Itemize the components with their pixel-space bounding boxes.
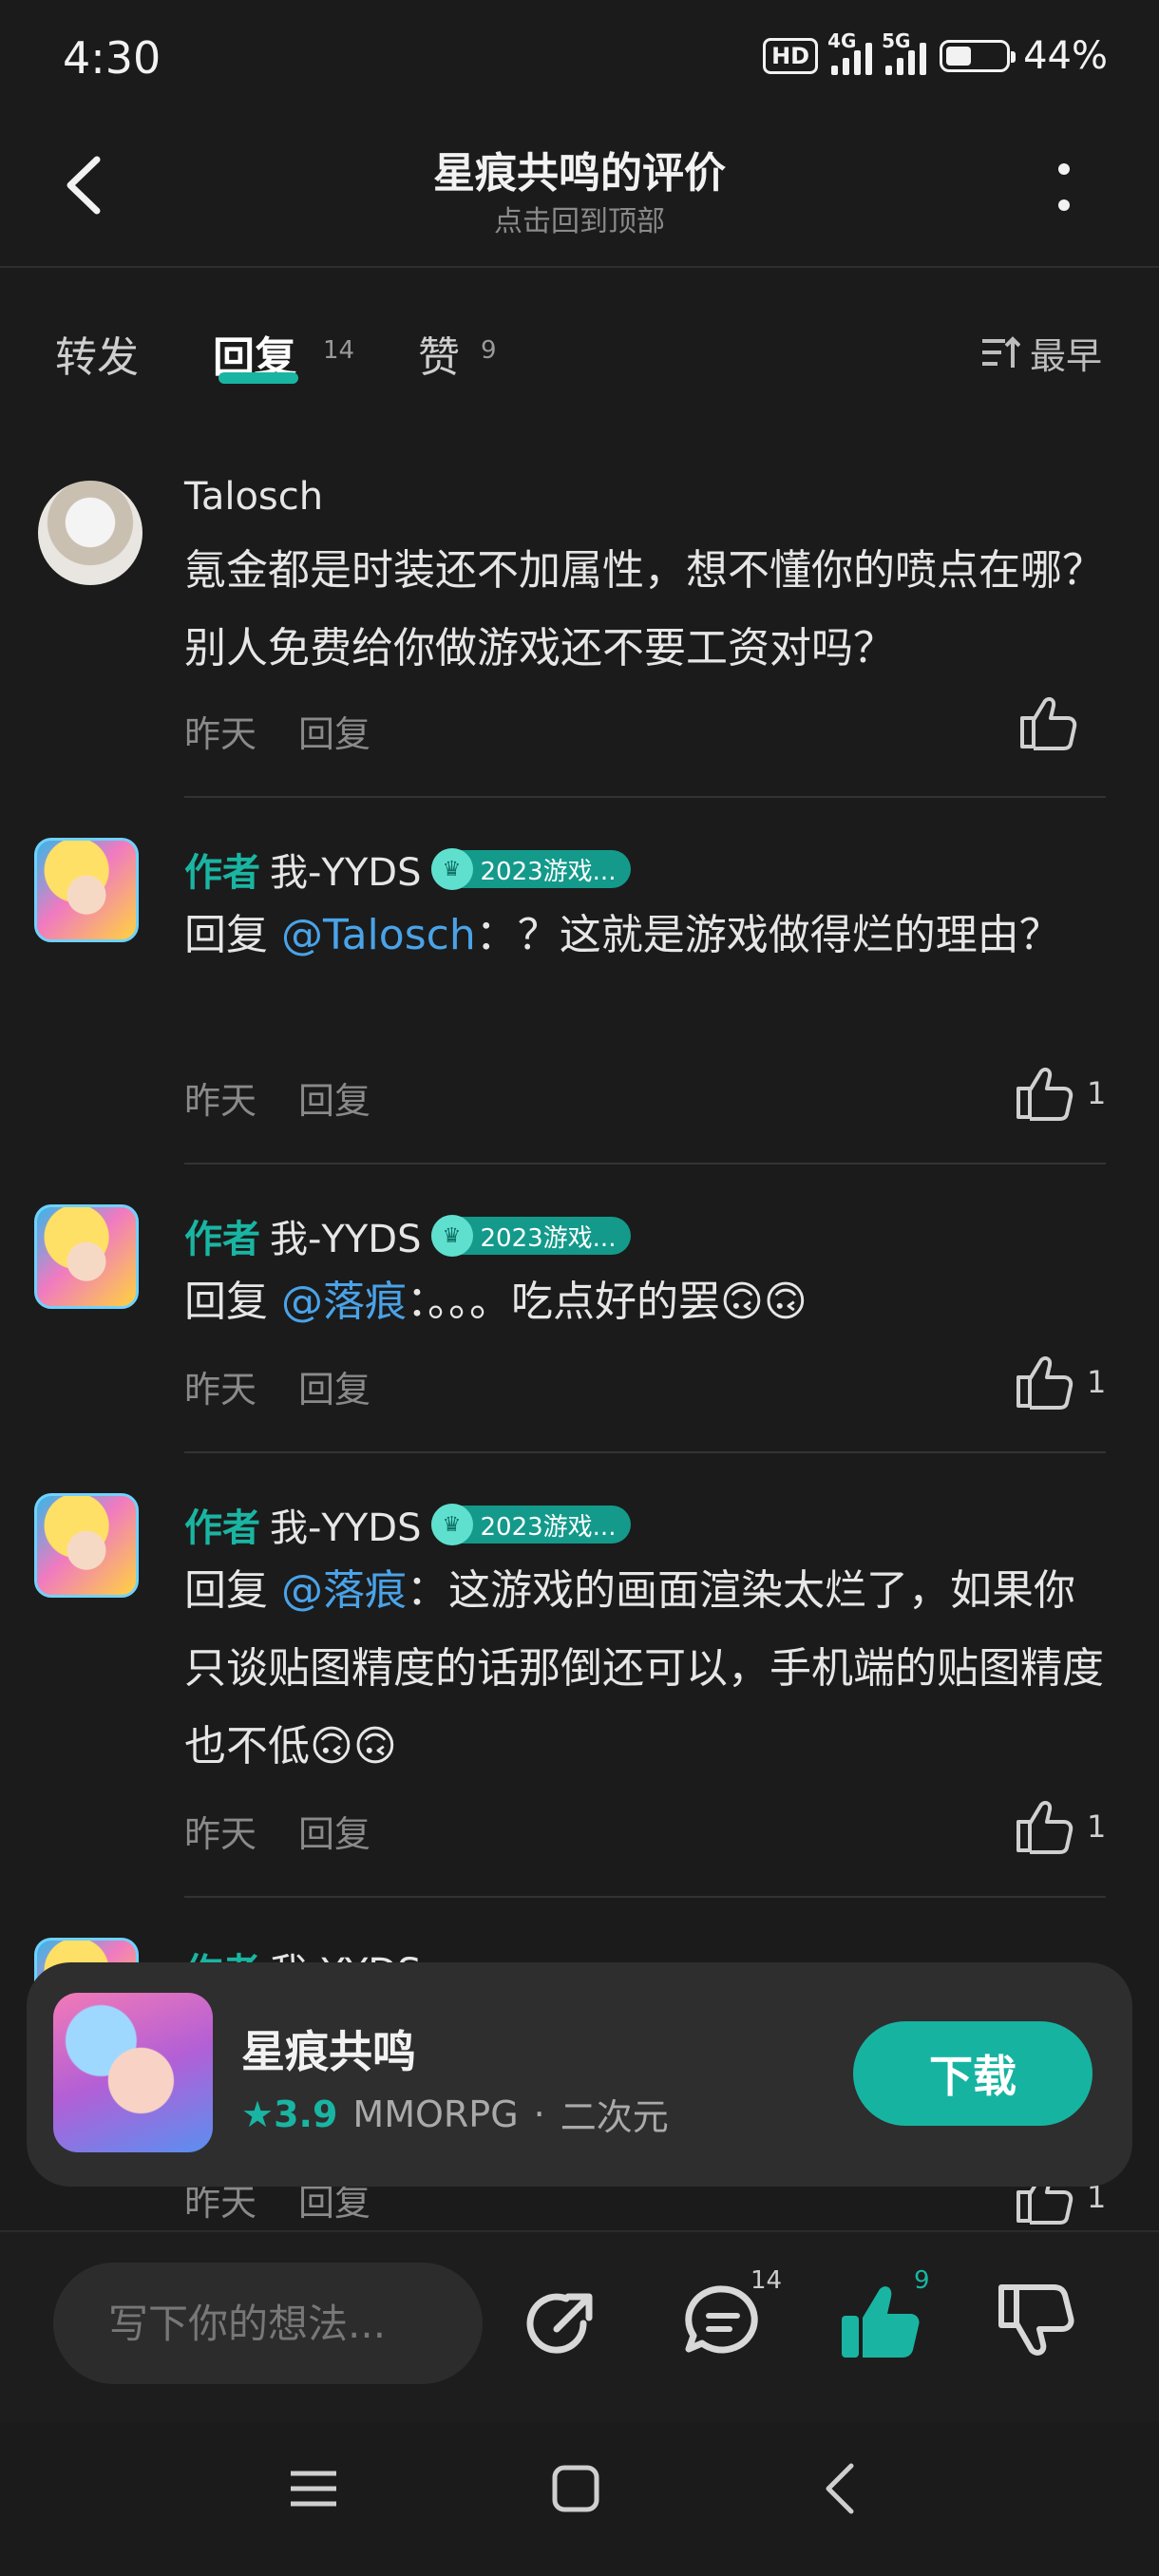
comment-input[interactable] xyxy=(53,2263,483,2384)
meta-dot: · xyxy=(533,2093,545,2135)
reply-count: 14 xyxy=(750,2266,783,2295)
tab-forward[interactable]: 转发 xyxy=(55,323,139,384)
username[interactable]: 我-YYDS xyxy=(270,842,422,897)
page-title[interactable]: 星痕共鸣的评价 xyxy=(0,139,1159,199)
thumbs-up-icon xyxy=(1016,1355,1074,1410)
username[interactable]: Talosch xyxy=(184,475,323,519)
header-divider xyxy=(0,266,1159,268)
comment-time: 昨天 xyxy=(184,1813,257,1855)
like-count: 1 xyxy=(1087,1364,1107,1400)
status-icons: HD 4G 5G 44% xyxy=(763,29,1108,78)
app-meta: ★3.9 MMORPG · 二次元 xyxy=(241,2088,669,2140)
comment-header: 作者 我-YYDS ♛ 2023游戏... xyxy=(184,1497,632,1552)
badge-icon: ♛ xyxy=(430,1215,473,1257)
status-time: 4:30 xyxy=(63,32,162,84)
sort-button[interactable]: 最早 xyxy=(980,327,1102,379)
menu-nav-icon[interactable] xyxy=(285,2460,342,2517)
author-tag: 作者 xyxy=(184,1506,260,1550)
avatar[interactable] xyxy=(34,1204,139,1309)
badge-icon: ♛ xyxy=(430,848,473,890)
signal-4g-icon: 4G xyxy=(827,29,873,75)
mention-link[interactable]: @落痕 xyxy=(281,1566,407,1615)
reply-button[interactable]: 回复 xyxy=(298,1360,370,1412)
more-options-icon[interactable] xyxy=(1054,163,1074,211)
hd-icon: HD xyxy=(763,38,819,74)
app-genre: MMORPG xyxy=(352,2093,519,2135)
like-count: 1 xyxy=(1087,1809,1107,1845)
sort-label: 最早 xyxy=(1029,335,1102,377)
like-button[interactable]: 1 xyxy=(1015,1799,1106,1854)
author-tag: 作者 xyxy=(184,851,260,895)
battery-icon xyxy=(940,40,1016,72)
thumbs-down-icon[interactable] xyxy=(996,2280,1081,2365)
avatar[interactable] xyxy=(34,838,139,942)
tab-likes-count: 9 xyxy=(481,336,497,365)
user-badge[interactable]: ♛ 2023游戏... xyxy=(430,1215,632,1257)
username[interactable]: 我-YYDS xyxy=(270,1497,422,1552)
comment-header: 作者 我-YYDS ♛ 2023游戏... xyxy=(184,842,632,897)
badge-icon: ♛ xyxy=(430,1504,473,1545)
comment-time: 昨天 xyxy=(184,1080,257,1122)
tab-replies-count: 14 xyxy=(323,336,355,365)
like-button[interactable] xyxy=(1018,695,1077,750)
like-button[interactable]: 1 xyxy=(1015,1354,1106,1410)
mention-link[interactable]: @Talosch xyxy=(281,911,476,959)
username[interactable]: 我-YYDS xyxy=(270,1208,422,1263)
comment-text: 回复 @落痕：。。。吃点好的罢🙃🙃 xyxy=(184,1278,808,1326)
tab-likes[interactable]: 赞 xyxy=(418,323,460,384)
author-tag: 作者 xyxy=(184,1218,260,1261)
like-button[interactable]: 1 xyxy=(1015,1066,1106,1121)
status-bar: 4:30 HD 4G 5G 44% xyxy=(0,0,1159,123)
comment-time: 昨天 xyxy=(184,713,257,755)
home-nav-icon[interactable] xyxy=(547,2460,604,2517)
comment-time: 昨天 xyxy=(184,1369,257,1411)
signal-5g-icon: 5G xyxy=(882,29,927,75)
comment-divider xyxy=(184,796,1106,798)
comment-divider xyxy=(184,1451,1106,1453)
comment-text: 回复 @Talosch：？这就是游戏做得烂的理由？ xyxy=(184,911,1061,959)
comment-meta: 昨天 回复 xyxy=(184,1360,370,1412)
comment-meta: 昨天 回复 xyxy=(184,1805,370,1857)
app-tag: 二次元 xyxy=(560,2096,669,2138)
download-button[interactable]: 下载 xyxy=(853,2021,1092,2126)
reply-button[interactable]: 回复 xyxy=(298,1071,370,1124)
thumbs-up-icon xyxy=(1016,1067,1074,1121)
like-count: 1 xyxy=(1087,1075,1107,1111)
comment-divider xyxy=(184,1163,1106,1165)
battery-percent: 44% xyxy=(1023,34,1108,78)
active-tab-indicator xyxy=(218,372,298,384)
comment-text: 回复 @落痕：这游戏的画面渲染太烂了，如果你只谈贴图精度的话那倒还可以，手机端的… xyxy=(184,1566,1104,1771)
app-name[interactable]: 星痕共鸣 xyxy=(241,2017,416,2080)
comment-meta: 昨天 回复 xyxy=(184,705,370,757)
app-rating: ★3.9 xyxy=(241,2093,338,2135)
reply-button[interactable]: 回复 xyxy=(298,1805,370,1857)
star-icon: ★ xyxy=(241,2093,275,2135)
app-icon[interactable] xyxy=(53,1993,213,2152)
comment-header: 作者 我-YYDS ♛ 2023游戏... xyxy=(184,1208,632,1263)
user-badge[interactable]: ♛ 2023游戏... xyxy=(430,848,632,890)
back-to-top-hint[interactable]: 点击回到顶部 xyxy=(0,198,1159,239)
reply-button[interactable]: 回复 xyxy=(298,705,370,757)
thumbs-up-icon xyxy=(1020,696,1077,750)
comment-meta: 昨天 回复 xyxy=(184,1071,370,1124)
thumbs-up-icon xyxy=(1016,1800,1074,1854)
avatar[interactable] xyxy=(38,481,142,585)
comment-text: 氪金都是时装还不加属性，想不懂你的喷点在哪？别人免费给你做游戏还不要工资对吗？ xyxy=(184,546,1104,672)
avatar[interactable] xyxy=(34,1493,139,1598)
thumbs-up-filled-icon[interactable] xyxy=(838,2280,923,2365)
mention-link[interactable]: @落痕 xyxy=(281,1278,407,1326)
share-icon[interactable] xyxy=(521,2280,606,2365)
back-nav-icon[interactable] xyxy=(813,2460,870,2517)
comment-header: Talosch xyxy=(184,475,323,519)
comment-divider xyxy=(184,1896,1106,1898)
sort-icon xyxy=(981,335,1020,368)
like-count-bottom: 9 xyxy=(914,2266,930,2295)
user-badge[interactable]: ♛ 2023游戏... xyxy=(430,1504,632,1545)
